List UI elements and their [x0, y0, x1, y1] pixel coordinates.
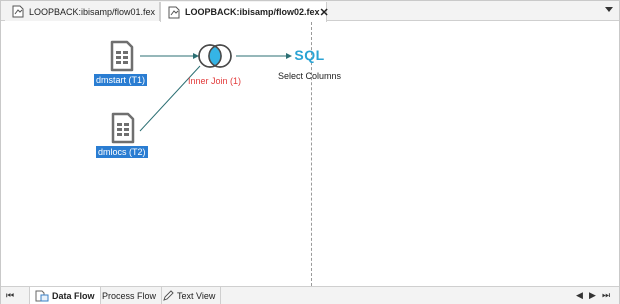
select-columns-node[interactable]: SQL Select Columns [278, 47, 341, 81]
source-node-dmstart[interactable]: dmstart (T1) [94, 40, 148, 86]
file-icon [12, 5, 24, 18]
next-tab-icon[interactable]: ▶ [589, 290, 596, 301]
tab-label: LOOPBACK:ibisamp/flow02.fex [185, 7, 320, 17]
tab-flow01[interactable]: LOOPBACK:ibisamp/flow01.fex [5, 2, 160, 21]
tab-text-view[interactable]: Text View [158, 287, 222, 304]
view-tab-bar: ⏮ Data Flow Process Flow Text View ◀ ▶ ⏭ [1, 286, 619, 304]
tab-process-flow[interactable]: Process Flow [97, 287, 163, 304]
tab-label: LOOPBACK:ibisamp/flow01.fex [29, 6, 156, 17]
tab-data-flow[interactable]: Data Flow [29, 287, 101, 304]
close-icon[interactable]: ✕ [320, 6, 329, 19]
node-label: Inner Join (1) [188, 76, 242, 86]
first-tab-icon[interactable]: ⏮ [6, 290, 14, 301]
last-tab-icon[interactable]: ⏭ [602, 290, 610, 301]
inner-join-icon [197, 44, 232, 68]
prev-tab-icon[interactable]: ◀ [576, 290, 583, 301]
editor-tab-strip: LOOPBACK:ibisamp/flow01.fex LOOPBACK:ibi… [1, 1, 619, 22]
tab-list-dropdown-icon[interactable] [605, 7, 613, 12]
sql-icon: SQL [294, 47, 325, 63]
node-label: dmstart (T1) [94, 74, 148, 86]
table-icon [111, 112, 134, 144]
tab-label: Process Flow [102, 290, 157, 301]
table-icon [110, 40, 133, 72]
node-label: dmlocs (T2) [96, 146, 148, 158]
source-node-dmlocs[interactable]: dmlocs (T2) [96, 112, 148, 158]
flow-canvas[interactable]: dmstart (T1) dmlocs (T2) Inner Join (1) … [2, 22, 619, 286]
tab-flow02[interactable]: LOOPBACK:ibisamp/flow02.fex ✕ [160, 2, 329, 22]
window-frame: LOOPBACK:ibisamp/flow01.fex LOOPBACK:ibi… [0, 0, 620, 304]
tab-label: Data Flow [52, 290, 95, 301]
tab-label: Text View [177, 290, 216, 301]
pencil-icon [163, 290, 174, 301]
data-flow-icon [35, 290, 49, 301]
file-icon [168, 6, 180, 18]
join-node[interactable]: Inner Join (1) [188, 42, 241, 86]
node-label: Select Columns [278, 71, 342, 81]
